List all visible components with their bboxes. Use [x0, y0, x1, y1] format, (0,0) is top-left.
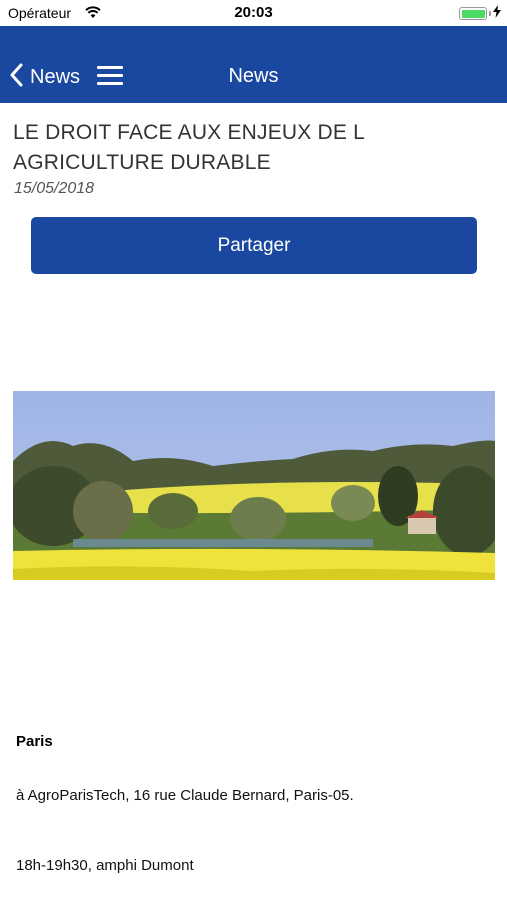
- navigation-bar: News News: [0, 26, 507, 103]
- battery-tip: [489, 11, 491, 16]
- event-city: Paris: [16, 733, 53, 750]
- article-title: LE DROIT FACE AUX ENJEUX DE L AGRICULTUR…: [13, 121, 365, 174]
- status-time: 20:03: [234, 4, 273, 21]
- event-schedule: 18h-19h30, amphi Dumont: [16, 857, 194, 874]
- battery-icon: [459, 7, 487, 20]
- charging-bolt-icon: [493, 5, 501, 21]
- battery-level-fill: [461, 9, 485, 18]
- article-date: 15/05/2018: [14, 180, 95, 197]
- nav-title: News: [228, 65, 279, 87]
- event-address: à AgroParisTech, 16 rue Claude Bernard, …: [16, 787, 354, 804]
- share-button[interactable]: Partager: [31, 217, 477, 274]
- status-bar: Opérateur 20:03: [0, 0, 507, 26]
- landscape-photo: [13, 391, 495, 580]
